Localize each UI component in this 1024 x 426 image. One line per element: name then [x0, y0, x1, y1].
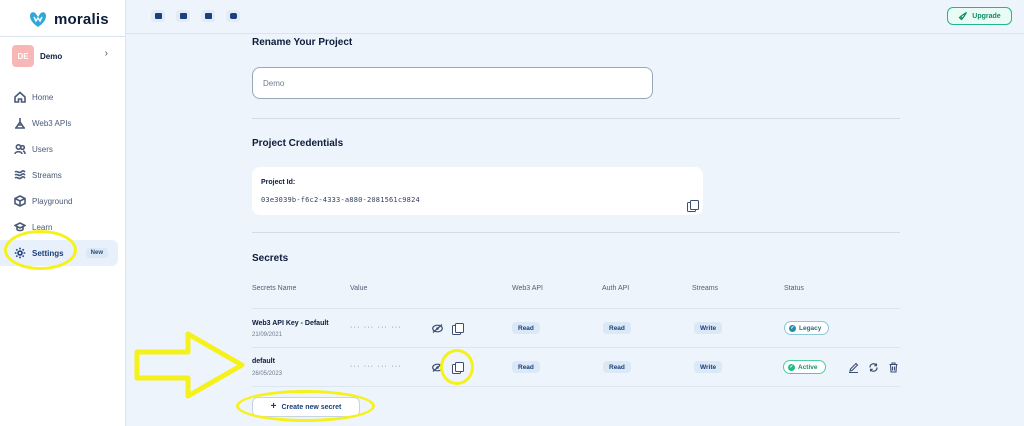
secrets-section-title: Secrets — [252, 253, 289, 264]
refresh-icon[interactable] — [868, 362, 879, 373]
forum-icon[interactable] — [176, 10, 190, 22]
project-avatar: DE — [12, 45, 34, 67]
sidebar-divider — [0, 36, 126, 37]
project-name: Demo — [40, 51, 63, 61]
playground-icon — [14, 195, 26, 207]
gear-icon — [14, 247, 26, 259]
docs-icon[interactable] — [151, 10, 165, 22]
logo[interactable]: moralis — [28, 10, 109, 28]
project-id-label: Project Id: — [261, 179, 296, 186]
secret-value-masked: ··· ··· ··· ··· — [350, 363, 402, 370]
streams-icon — [14, 170, 26, 180]
sidebar-item-label: Playground — [32, 196, 73, 206]
sidebar-item-label: Users — [32, 144, 53, 154]
column-header: Status — [784, 285, 804, 292]
secret-date: 21/09/2021 — [252, 332, 283, 338]
copy-icon[interactable] — [452, 362, 464, 374]
streams-permission-badge: Write — [694, 322, 723, 334]
row-divider — [252, 386, 900, 387]
sidebar-item-playground[interactable]: Playground — [0, 188, 126, 214]
chevron-right-icon: › — [104, 48, 108, 59]
discord-icon[interactable] — [201, 10, 215, 22]
column-header: Streams — [692, 285, 719, 292]
edit-icon[interactable] — [848, 362, 859, 373]
project-id-value: 03e3039b-f6c2-4333-a880-2081561c9824 — [261, 196, 420, 204]
status-label: Legacy — [799, 324, 822, 332]
create-new-secret-button[interactable]: + Create new secret — [252, 397, 360, 417]
sidebar-item-home[interactable]: Home — [0, 84, 126, 110]
learn-icon — [14, 222, 26, 232]
sidebar-item-label: Streams — [32, 170, 62, 180]
rename-section-title: Rename Your Project — [252, 37, 353, 48]
auth-permission-badge: Read — [603, 361, 631, 373]
youtube-icon[interactable] — [226, 10, 240, 22]
users-icon — [14, 143, 26, 155]
web3-permission-badge: Read — [512, 322, 540, 334]
project-selector[interactable]: DE Demo › — [12, 44, 112, 68]
eye-off-icon[interactable] — [432, 324, 443, 333]
sidebar-item-learn[interactable]: Learn — [0, 214, 126, 240]
column-header: Auth API — [602, 285, 630, 292]
row-divider — [252, 308, 900, 309]
sidebar-item-web3-apis[interactable]: Web3 APIs — [0, 110, 126, 136]
streams-permission-badge: Write — [694, 361, 723, 373]
secret-name: Web3 API Key - Default — [252, 320, 329, 327]
moralis-logo-icon — [30, 12, 46, 27]
sidebar-item-settings[interactable]: Settings New — [0, 240, 118, 266]
logo-text: moralis — [54, 10, 109, 28]
topbar: Upgrade — [126, 0, 1024, 34]
divider — [252, 232, 900, 233]
column-header: Value — [350, 285, 368, 292]
secret-date: 26/05/2023 — [252, 371, 283, 377]
status-badge: ✓ Legacy — [784, 321, 830, 335]
copy-icon[interactable] — [452, 323, 464, 335]
secret-value-masked: ··· ··· ··· ··· — [350, 324, 402, 331]
sidebar-item-streams[interactable]: Streams — [0, 162, 126, 188]
home-icon — [14, 91, 26, 103]
trash-icon[interactable] — [888, 362, 899, 373]
row-divider — [252, 347, 900, 348]
sidebar-item-users[interactable]: Users — [0, 136, 126, 162]
credentials-section-title: Project Credentials — [252, 138, 344, 149]
sidebar-item-label: Settings — [32, 248, 64, 258]
upgrade-button[interactable]: Upgrade — [947, 7, 1012, 25]
column-header: Secrets Name — [252, 285, 297, 292]
column-header: Web3 API — [512, 285, 544, 292]
eye-off-icon[interactable] — [432, 363, 443, 372]
project-name-input[interactable]: Demo — [252, 67, 653, 99]
auth-permission-badge: Read — [603, 322, 631, 334]
create-secret-label: Create new secret — [281, 403, 342, 411]
status-label: Active — [798, 363, 818, 371]
web3-permission-badge: Read — [512, 361, 540, 373]
status-badge: ✓ Active — [783, 360, 826, 374]
copy-icon[interactable] — [687, 200, 699, 212]
new-badge: New — [85, 248, 108, 258]
sidebar: moralis DE Demo › Home Web3 APIs Users S… — [0, 0, 126, 426]
plus-icon: + — [270, 401, 277, 412]
sidebar-item-label: Web3 APIs — [32, 118, 72, 128]
web3-api-icon — [15, 118, 25, 129]
sidebar-item-label: Home — [32, 92, 54, 102]
divider — [252, 118, 900, 119]
arrow-annotation-icon — [134, 331, 245, 399]
rocket-icon — [958, 11, 968, 21]
sidebar-nav: Home Web3 APIs Users Streams Playground … — [0, 84, 126, 266]
secret-name: default — [252, 358, 275, 365]
check-icon: ✓ — [789, 324, 796, 332]
check-icon: ✓ — [788, 363, 795, 371]
sidebar-item-label: Learn — [32, 222, 53, 232]
project-id-card: Project Id: 03e3039b-f6c2-4333-a880-2081… — [252, 167, 703, 215]
upgrade-label: Upgrade — [972, 12, 1001, 20]
